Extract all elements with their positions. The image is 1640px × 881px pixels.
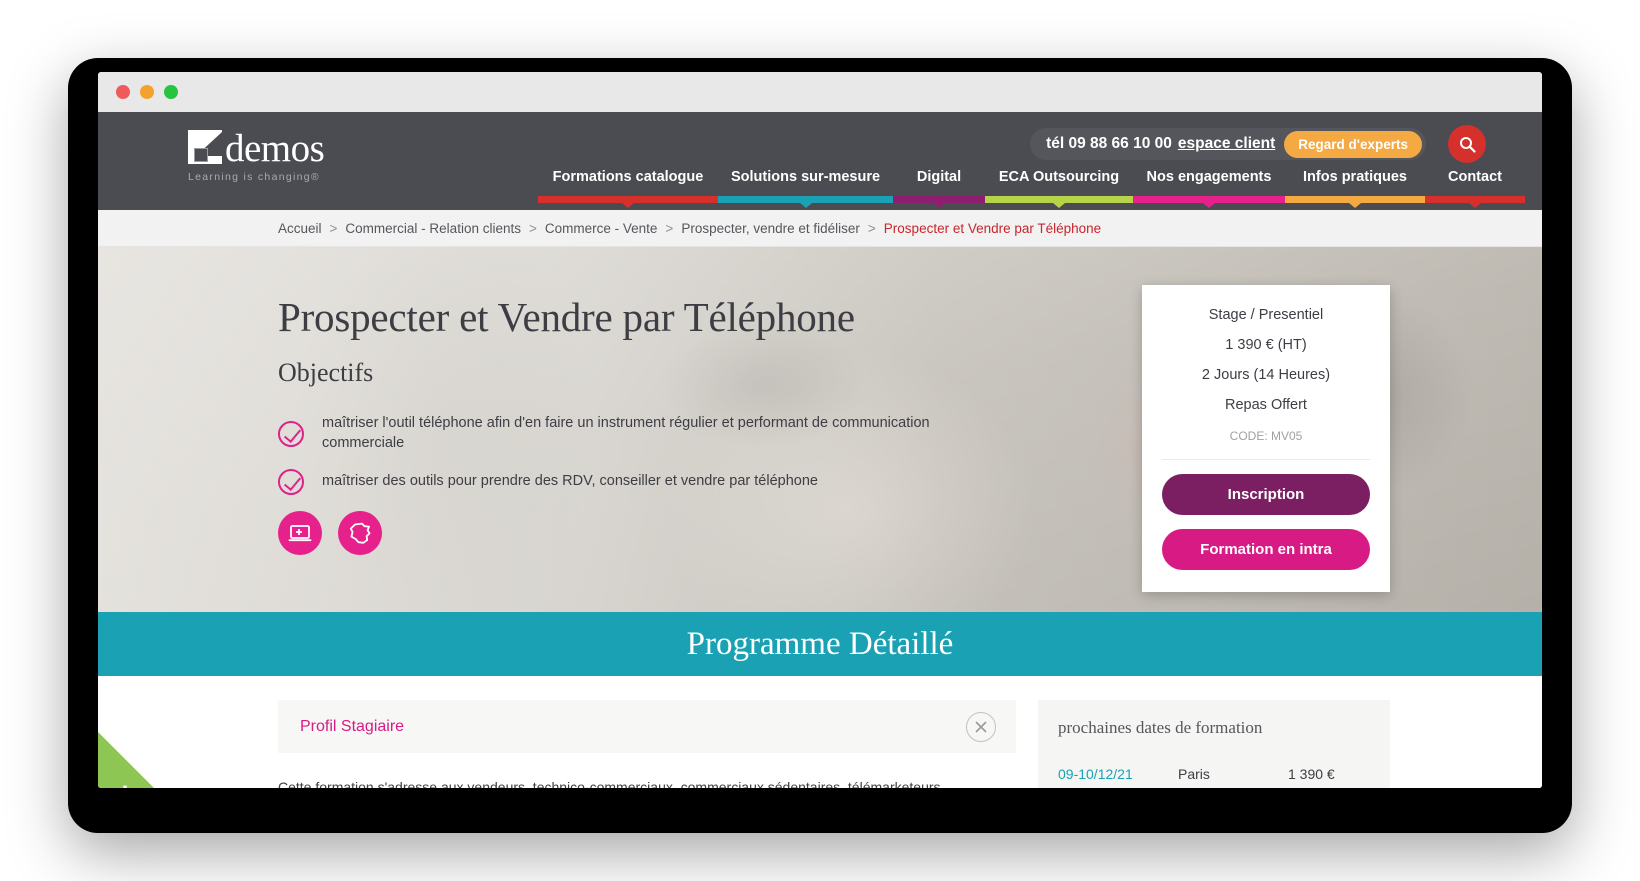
accordion-column: Profil Stagiaire Cette formation s'adres…	[278, 700, 1016, 788]
nav-item-1[interactable]: Solutions sur-mesure	[718, 164, 893, 190]
inscription-button[interactable]: Inscription	[1162, 474, 1370, 515]
nav-underline-segment-0	[538, 196, 718, 208]
demos-logo-mark	[188, 130, 222, 165]
formation-intra-button[interactable]: Formation en intra	[1162, 529, 1370, 570]
objectives-heading: Objectifs	[278, 358, 374, 388]
utility-bar: tél 09 88 66 10 00 espace client Regard …	[1030, 128, 1426, 160]
elearning-screen-icon	[288, 525, 312, 542]
breadcrumb-separator: >	[528, 220, 537, 236]
browser-window: demos Learning is changing® tél 09 88 66…	[98, 72, 1542, 788]
nav-underline-segment-5	[1285, 196, 1425, 208]
close-icon	[975, 721, 987, 732]
main-nav: Formations catalogue Solutions sur-mesure…	[538, 164, 1542, 190]
hero-badges	[278, 511, 998, 556]
hero-section: Prospecter et Vendre par Téléphone Objec…	[98, 247, 1542, 612]
france-map-icon-button[interactable]	[338, 511, 382, 556]
programme-banner-title: Programme Détaillé	[686, 625, 954, 662]
nav-item-2[interactable]: Digital	[893, 164, 985, 190]
nav-item-5[interactable]: Infos pratiques	[1285, 164, 1425, 190]
objective-text: maîtriser des outils pour prendre des RD…	[322, 473, 818, 490]
nav-underline-segment-4	[1133, 196, 1285, 208]
breadcrumb-separator: >	[665, 220, 674, 236]
breadcrumb-separator: >	[329, 220, 338, 236]
traffic-lights	[116, 85, 178, 99]
price-card: Stage / Presentiel 1 390 € (HT) 2 Jours …	[1142, 285, 1390, 592]
objective-item: maîtriser l'outil téléphone afin d'en fa…	[278, 414, 998, 453]
course-code: CODE: MV05	[1162, 429, 1370, 460]
breadcrumb-item-3[interactable]: Prospecter, vendre et fidéliser	[681, 221, 860, 236]
course-format: Stage / Presentiel	[1208, 307, 1324, 323]
browser-chrome	[98, 72, 1542, 112]
nav-item-6[interactable]: Contact	[1425, 164, 1525, 190]
elearning-screen-icon-button[interactable]	[278, 511, 322, 556]
phone-number: tél 09 88 66 10 00	[1046, 135, 1172, 152]
course-meal: Repas Offert	[1225, 397, 1307, 413]
accordion-title: Profil Stagiaire	[300, 717, 405, 735]
course-duration: 2 Jours (14 Heures)	[1201, 367, 1331, 383]
espace-client-link[interactable]: espace client	[1178, 135, 1275, 153]
page-title: Prospecter et Vendre par Téléphone	[278, 294, 855, 340]
window-close-button[interactable]	[116, 85, 130, 99]
course-price: 1 390 € (HT)	[1225, 337, 1307, 353]
lower-content: Profil Stagiaire Cette formation s'adres…	[98, 676, 1542, 788]
dates-panel: prochaines dates de formation 09-10/12/2…	[1038, 700, 1390, 788]
page-viewport: demos Learning is changing® tél 09 88 66…	[98, 112, 1542, 788]
breadcrumb-item-2[interactable]: Commerce - Vente	[545, 221, 658, 236]
check-circle-icon	[278, 469, 304, 496]
objective-text: maîtriser l'outil téléphone afin d'en fa…	[322, 415, 930, 451]
nav-underline-segment-6	[1425, 196, 1525, 208]
regard-experts-button[interactable]: Regard d'experts	[1284, 130, 1422, 158]
search-button[interactable]	[1448, 125, 1486, 163]
close-circle-icon[interactable]	[966, 711, 996, 742]
accordion-body: Cette formation s'adresse aux vendeurs, …	[278, 779, 941, 788]
objective-item: maîtriser des outils pour prendre des RD…	[278, 469, 998, 496]
breadcrumb-item-1[interactable]: Commercial - Relation clients	[345, 221, 521, 236]
window-maximize-button[interactable]	[164, 85, 178, 99]
site-header: demos Learning is changing® tél 09 88 66…	[98, 112, 1542, 210]
window-minimize-button[interactable]	[140, 85, 154, 99]
date-link[interactable]: 09-10/12/21	[1058, 766, 1178, 782]
nav-underline-segment-3	[985, 196, 1133, 208]
date-city: Paris	[1178, 766, 1210, 782]
hero-content: Prospecter et Vendre par Téléphone Objec…	[278, 294, 998, 556]
nav-underline	[538, 196, 1542, 208]
gear-icon	[115, 785, 135, 788]
logo-tagline: Learning is changing®	[188, 171, 320, 184]
breadcrumb: Accueil > Commercial - Relation clients > Co…	[98, 210, 1542, 247]
search-icon	[1459, 136, 1476, 153]
device-frame: demos Learning is changing® tél 09 88 66…	[68, 58, 1572, 833]
date-price: 1 390 €	[1288, 766, 1335, 782]
accordion-profil-stagiaire[interactable]: Profil Stagiaire	[278, 700, 1016, 753]
date-row: 09-10/12/21 Paris 1 390 €	[1058, 766, 1370, 782]
programme-banner: Programme Détaillé	[98, 612, 1542, 676]
nav-item-0[interactable]: Formations catalogue	[538, 164, 718, 190]
nav-underline-segment-1	[718, 196, 893, 208]
check-circle-icon	[278, 420, 304, 447]
dates-rows: 09-10/12/21 Paris 1 390 €	[1058, 766, 1370, 782]
france-map-icon	[349, 522, 370, 544]
site-logo[interactable]: demos Learning is changing®	[188, 127, 338, 184]
breadcrumb-separator: >	[867, 220, 876, 236]
nav-underline-segment-2	[893, 196, 985, 208]
gear-corner-widget[interactable]	[98, 732, 192, 788]
dates-panel-title: prochaines dates de formation	[1058, 718, 1263, 737]
breadcrumb-item-4: Prospecter et Vendre par Téléphone	[883, 220, 1102, 236]
logo-wordmark: demos	[225, 127, 325, 170]
nav-item-4[interactable]: Nos engagements	[1133, 164, 1285, 190]
breadcrumb-item-0[interactable]: Accueil	[278, 221, 322, 236]
objectives-list: maîtriser l'outil téléphone afin d'en fa…	[278, 414, 998, 496]
nav-item-3[interactable]: ECA Outsourcing	[985, 164, 1133, 190]
